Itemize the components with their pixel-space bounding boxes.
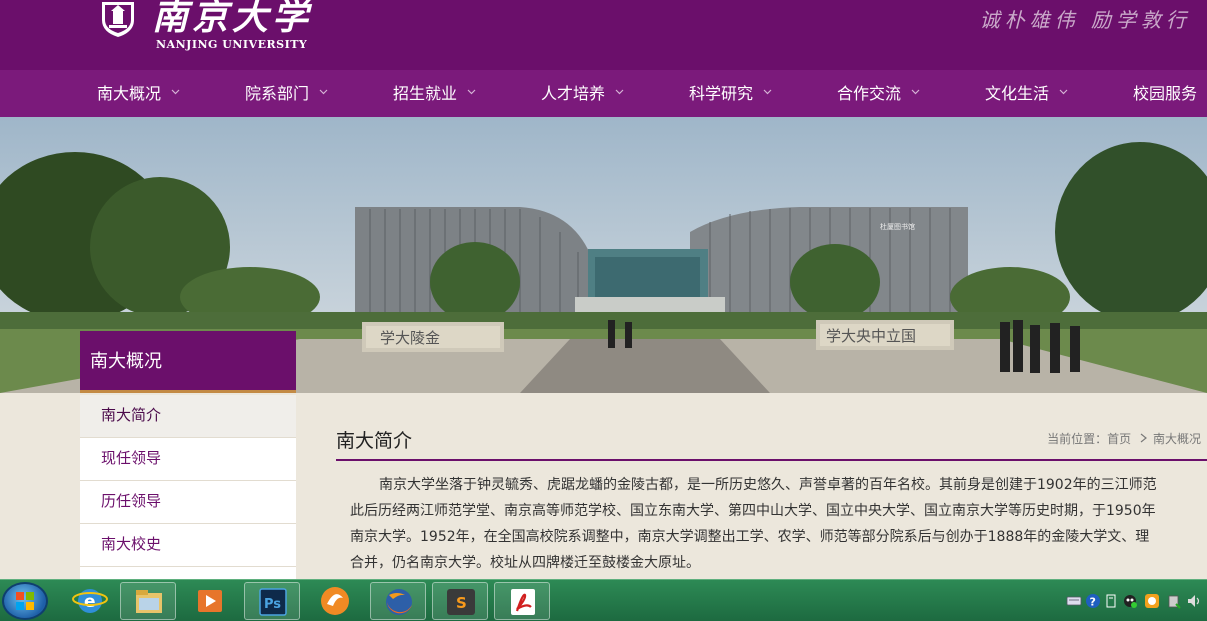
nav-item-admissions[interactable]: 招生就业 (393, 70, 476, 117)
nav-item-label: 文化生活 (985, 84, 1050, 103)
brand-name-en: NANJING UNIVERSITY (156, 38, 308, 51)
nav-item-campus-services[interactable]: 校园服务 (1133, 70, 1197, 117)
nav-item-overview[interactable]: 南大概况 (97, 70, 180, 117)
windows-taskbar: e Ps S ? (0, 579, 1207, 621)
svg-text:e: e (84, 592, 96, 612)
system-tray: ? (1062, 580, 1207, 621)
photoshop-icon: Ps (259, 588, 287, 616)
chevron-down-icon (467, 89, 476, 95)
sublime-text-icon: S (447, 589, 475, 615)
nav-item-departments[interactable]: 院系部门 (245, 70, 328, 117)
sublime-text-button[interactable]: S (432, 582, 488, 620)
nav-item-label: 科学研究 (689, 84, 754, 103)
start-button[interactable] (2, 582, 48, 620)
chevron-down-icon (171, 89, 180, 95)
sidebar-item-former-leaders[interactable]: 历任领导 (80, 481, 296, 524)
sidebar-item-introduction[interactable]: 南大简介 (80, 395, 296, 438)
nav-item-education[interactable]: 人才培养 (541, 70, 624, 117)
nav-item-label: 南大概况 (97, 84, 162, 103)
chevron-down-icon (1059, 89, 1068, 95)
nav-item-label: 人才培养 (541, 84, 606, 103)
file-explorer-button[interactable] (120, 582, 176, 620)
svg-text:Ps: Ps (264, 597, 281, 612)
article-line: 南京大学坐落于钟灵毓秀、虎踞龙蟠的金陵古都，是一所历史悠久、声誉卓著的百年名校。… (379, 477, 1157, 493)
sidebar-item-history[interactable]: 南大校史 (80, 524, 296, 567)
main-nav: 南大概况 院系部门 招生就业 人才培养 科学研究 合作交流 文化生活 校园服务 (0, 70, 1207, 117)
chevron-down-icon (319, 89, 328, 95)
nav-item-research[interactable]: 科学研究 (689, 70, 772, 117)
chevron-down-icon (911, 89, 920, 95)
photoshop-button[interactable]: Ps (244, 582, 300, 620)
nav-item-label: 院系部门 (245, 84, 310, 103)
volume-icon[interactable] (1186, 593, 1202, 609)
acrobat-button[interactable] (494, 582, 550, 620)
sign-left: 学大陵金 (380, 329, 440, 347)
breadcrumb-home-link[interactable]: 首页 (1107, 432, 1131, 446)
article-line: 南京大学。1952年，在全国高校院系调整中，南京大学调整出工学、农学、师范等部分… (350, 529, 1150, 545)
article-line: 合并，仍名南京大学。校址从四牌楼迁至鼓楼金大原址。 (350, 555, 700, 571)
acrobat-icon (511, 589, 535, 615)
svg-text:?: ? (1090, 596, 1096, 609)
firefox-icon (386, 589, 412, 615)
chevron-right-icon (1140, 433, 1147, 443)
sidebar-item-current-leaders[interactable]: 现任领导 (80, 438, 296, 481)
breadcrumb-current-link[interactable]: 南大概况 (1153, 432, 1201, 446)
svg-text:S: S (456, 594, 467, 612)
intro-article: 南京大学坐落于钟灵毓秀、虎踞龙蟠的金陵古都，是一所历史悠久、声誉卓著的百年名校。… (350, 472, 1207, 576)
school-motto: 诚朴雄伟 励学敦行 (979, 8, 1191, 32)
page-title: 南大简介 (336, 430, 413, 452)
nav-item-label: 合作交流 (837, 84, 902, 103)
sidebar-title: 南大概况 (80, 331, 296, 393)
brand-name-cn: 南京大学 (152, 0, 313, 38)
title-divider (336, 459, 1207, 461)
settings-tray-icon[interactable] (1103, 593, 1119, 609)
site-header: 南京大学 NANJING UNIVERSITY 诚朴雄伟 励学敦行 (0, 0, 1207, 70)
internet-explorer-icon: e (72, 589, 108, 613)
chevron-down-icon (763, 89, 772, 95)
article-line: 此后历经两江师范学堂、南京高等师范学校、国立东南大学、第四中山大学、国立中央大学… (350, 503, 1156, 519)
breadcrumb: 当前位置：首页 南大概况 (1047, 430, 1201, 447)
sign-right: 学大央中立国 (826, 327, 916, 345)
university-seal-icon (102, 2, 134, 37)
thunder-button[interactable] (307, 582, 363, 620)
nav-item-label: 校园服务 (1133, 84, 1198, 103)
thunder-icon (321, 587, 349, 615)
file-explorer-icon (136, 590, 162, 613)
breadcrumb-prefix: 当前位置： (1047, 432, 1108, 446)
media-player-icon (198, 590, 222, 612)
nav-item-culture[interactable]: 文化生活 (985, 70, 1068, 117)
nav-item-cooperation[interactable]: 合作交流 (837, 70, 920, 117)
nav-item-label: 招生就业 (393, 84, 458, 103)
keyboard-icon[interactable] (1066, 593, 1082, 609)
chevron-down-icon (615, 89, 624, 95)
internet-explorer-button[interactable]: e (62, 582, 118, 620)
safely-remove-icon[interactable] (1166, 593, 1182, 609)
site-logo[interactable]: 南京大学 NANJING UNIVERSITY (98, 0, 328, 70)
library-sign: 杜厦图书馆 (880, 222, 915, 231)
firefox-button[interactable] (370, 582, 426, 620)
help-icon[interactable]: ? (1085, 593, 1101, 609)
media-player-button[interactable] (182, 582, 238, 620)
sidebar-menu: 南大简介 现任领导 历任领导 南大校史 校训校歌 (80, 395, 296, 610)
tray-app-icon[interactable] (1144, 593, 1160, 609)
windows-logo-icon (16, 592, 34, 610)
chat-icon[interactable] (1122, 593, 1138, 609)
